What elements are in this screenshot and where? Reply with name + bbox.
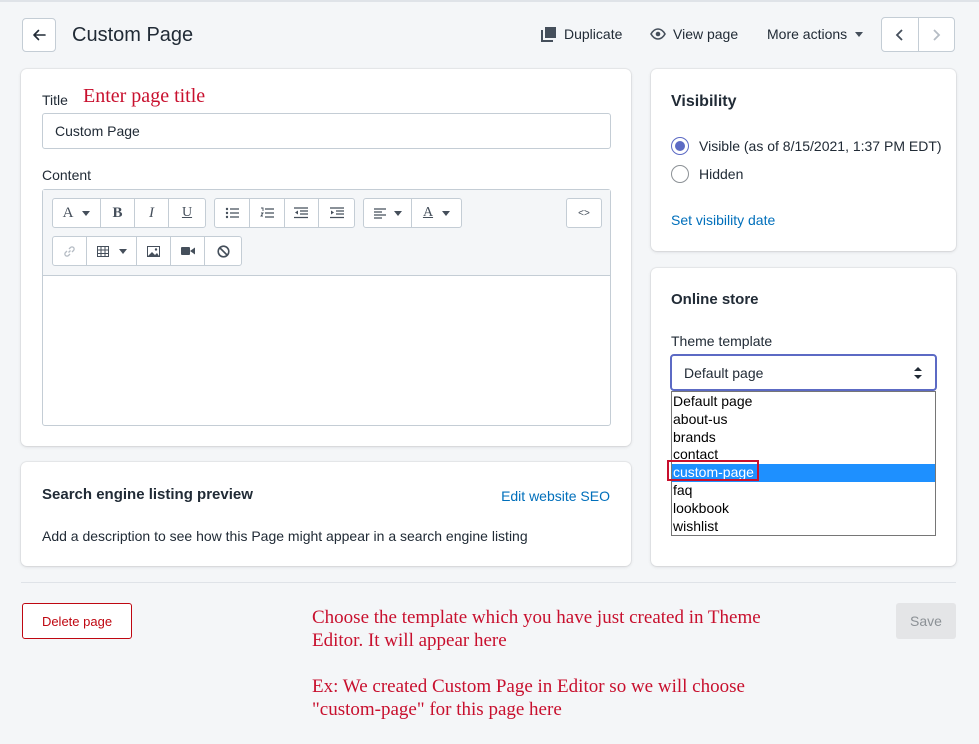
select-arrows-icon: [914, 367, 922, 379]
pagination: [881, 17, 955, 52]
italic-button[interactable]: I: [135, 199, 169, 227]
title-input[interactable]: Custom Page: [42, 113, 611, 149]
template-option[interactable]: wishlist: [672, 518, 935, 536]
online-store-title: Online store: [671, 291, 759, 308]
bold-button[interactable]: B: [101, 199, 135, 227]
set-visibility-date-link[interactable]: Set visibility date: [671, 212, 775, 228]
caret-down-icon: [393, 210, 402, 216]
font-icon: A: [62, 204, 74, 221]
align-button[interactable]: [364, 199, 412, 227]
eye-icon: [650, 28, 666, 40]
numbered-list-icon: [259, 207, 274, 218]
more-actions-button[interactable]: More actions: [767, 26, 864, 42]
top-border: [0, 0, 979, 2]
alignment-group: A: [363, 198, 462, 228]
template-annotation-2: Ex: We created Custom Page in Editor so …: [312, 676, 745, 720]
template-option[interactable]: lookbook: [672, 500, 935, 518]
caret-down-icon: [855, 31, 864, 37]
insert-link-button[interactable]: [53, 237, 87, 265]
html-toggle-button[interactable]: <>: [567, 199, 601, 227]
outdent-button[interactable]: [285, 199, 320, 227]
theme-template-select[interactable]: Default page: [670, 354, 937, 391]
text-color-icon: A: [422, 205, 434, 220]
align-left-icon: [373, 207, 386, 219]
more-actions-label: More actions: [767, 26, 848, 42]
next-page-button[interactable]: [919, 18, 955, 51]
indent-icon: [329, 207, 344, 219]
indent-button[interactable]: [319, 199, 354, 227]
template-option[interactable]: brands: [672, 429, 935, 447]
chevron-right-icon: [933, 28, 941, 41]
caret-down-icon: [82, 210, 91, 216]
underline-button[interactable]: U: [169, 199, 205, 227]
page-details-card: Title Enter page title Custom Page Conte…: [21, 69, 631, 446]
duplicate-icon: [541, 27, 556, 42]
text-color-button[interactable]: A: [412, 199, 461, 227]
visibility-title: Visibility: [671, 93, 737, 110]
chevron-left-icon: [895, 28, 903, 41]
delete-page-button[interactable]: Delete page: [22, 603, 132, 639]
duplicate-button[interactable]: Duplicate: [541, 26, 622, 42]
content-label: Content: [42, 167, 92, 183]
video-icon: [180, 247, 195, 255]
template-annotation-1: Choose the template which you have just …: [312, 607, 761, 651]
previous-page-button[interactable]: [882, 18, 919, 51]
link-icon: [64, 245, 75, 257]
caret-down-icon: [118, 248, 127, 254]
template-option[interactable]: faq: [672, 482, 935, 500]
radio-unselected[interactable]: [671, 165, 689, 183]
outdent-icon: [294, 207, 309, 219]
radio-selected[interactable]: [671, 137, 689, 155]
template-option[interactable]: about-us: [672, 411, 935, 429]
rich-text-editor: A B I U A <>: [42, 189, 611, 426]
template-option[interactable]: Default page: [672, 393, 935, 411]
back-button[interactable]: [22, 18, 56, 52]
clear-formatting-button[interactable]: [205, 237, 241, 265]
numbered-list-button[interactable]: [250, 199, 285, 227]
image-icon: [147, 245, 160, 257]
format-group: A B I U: [52, 198, 206, 228]
highlight-box: [667, 460, 759, 481]
footer-divider: [21, 582, 956, 583]
hidden-radio-option[interactable]: Hidden: [671, 165, 743, 183]
view-page-label: View page: [673, 26, 739, 42]
title-label: Title: [42, 92, 68, 108]
insert-table-button[interactable]: [87, 237, 137, 265]
visible-label: Visible (as of 8/15/2021, 1:37 PM EDT): [699, 138, 942, 154]
arrow-left-icon: [33, 29, 46, 41]
visibility-card: Visibility Visible (as of 8/15/2021, 1:3…: [651, 69, 956, 251]
visible-radio-option[interactable]: Visible (as of 8/15/2021, 1:37 PM EDT): [671, 137, 942, 155]
theme-template-label: Theme template: [671, 333, 773, 349]
seo-card: Search engine listing preview Edit websi…: [21, 462, 631, 566]
editor-toolbar: A B I U A <>: [43, 190, 610, 276]
editor-body[interactable]: [43, 276, 610, 425]
table-icon: [96, 245, 109, 257]
theme-template-selected-value: Default page: [684, 365, 764, 381]
duplicate-label: Duplicate: [564, 26, 623, 42]
html-group: <>: [566, 198, 602, 228]
page-title: Custom Page: [72, 24, 194, 46]
font-style-button[interactable]: A: [53, 199, 101, 227]
caret-down-icon: [442, 210, 451, 216]
bullet-list-button[interactable]: [215, 199, 250, 227]
hidden-label: Hidden: [699, 166, 744, 182]
seo-title: Search engine listing preview: [42, 486, 253, 503]
insert-video-button[interactable]: [171, 237, 205, 265]
insert-image-button[interactable]: [137, 237, 171, 265]
list-group: [214, 198, 355, 228]
seo-description: Add a description to see how this Page m…: [42, 528, 528, 544]
title-annotation: Enter page title: [83, 85, 206, 107]
edit-website-seo-link[interactable]: Edit website SEO: [501, 488, 610, 504]
view-page-button[interactable]: View page: [650, 26, 738, 42]
bullet-list-icon: [225, 207, 239, 219]
clear-formatting-icon: [216, 244, 230, 258]
insert-group: [52, 236, 242, 266]
save-button[interactable]: Save: [896, 603, 956, 639]
